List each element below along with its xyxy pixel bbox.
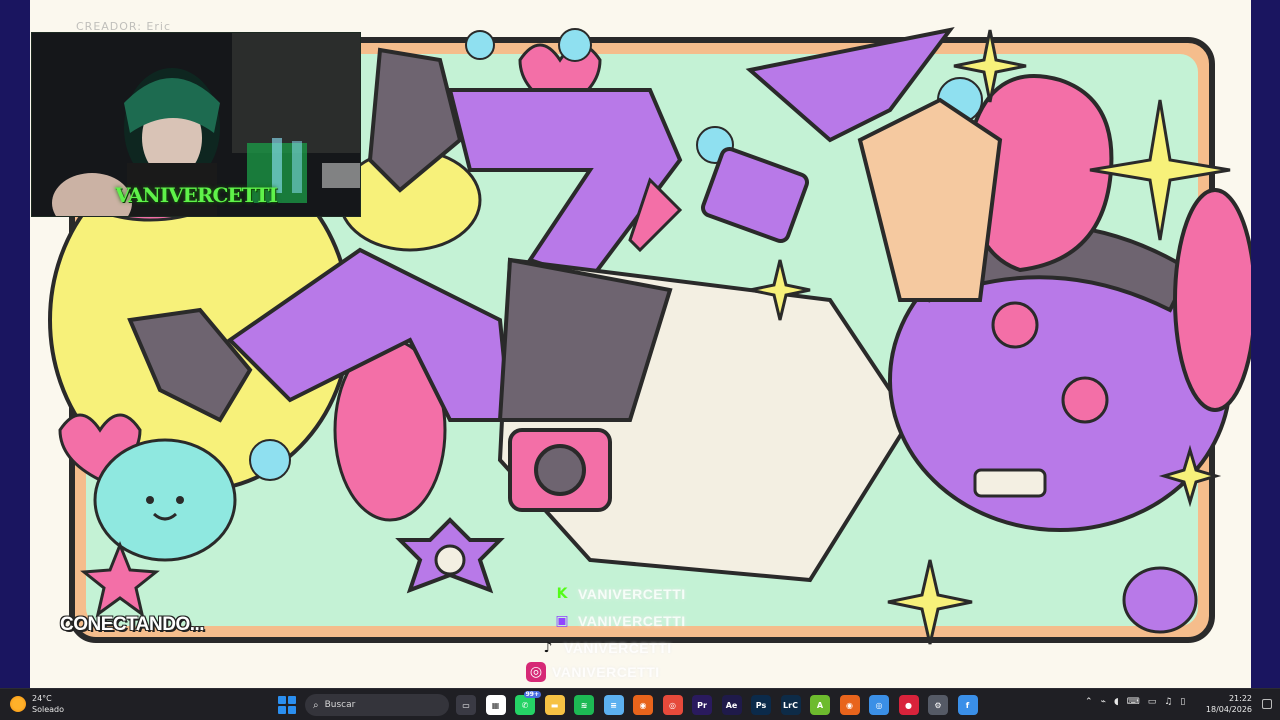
photoshop-taskbar-button[interactable]: Ps (751, 695, 771, 715)
windows-logo-pane (278, 706, 286, 714)
whatsapp-icon: ✆ (521, 700, 529, 710)
spotify-taskbar-button[interactable]: ≋ (574, 695, 594, 715)
tiktok-icon: ♪ (543, 640, 553, 656)
wifi-off-icon[interactable]: ⌁ (1101, 697, 1106, 707)
social-handle: VANIVERCETTI (552, 664, 660, 680)
sun-icon (10, 696, 26, 712)
headset-icon[interactable]: ◖ (1114, 697, 1119, 707)
task-view-taskbar-button[interactable]: ▭ (456, 695, 476, 715)
lightroom-icon: LrC (783, 700, 798, 710)
premiere-icon: Pr (697, 700, 707, 710)
social-handle: VANIVERCETTI (578, 613, 686, 629)
taskbar-clock[interactable]: 21:22 18/04/2026 (1206, 693, 1252, 715)
social-handle: VANIVERCETTI (564, 640, 672, 656)
settings-app-taskbar-button[interactable]: ⚙ (928, 695, 948, 715)
webcam-overlay: VANIVERCETTI (31, 32, 361, 217)
premiere-pro-taskbar-button[interactable]: Pr (692, 695, 712, 715)
windows-logo-pane (288, 706, 296, 714)
task-view-icon: ▭ (462, 700, 470, 710)
photoshop-icon: Ps (755, 700, 767, 710)
gear-icon: ⚙ (934, 700, 942, 710)
file-explorer-taskbar-button[interactable]: ▬ (544, 695, 565, 715)
whatsapp-taskbar-button[interactable]: ✆ 99+ (515, 691, 541, 715)
webcam-name-label: VANIVERCETTI (114, 183, 278, 207)
weather-condition: Soleado (32, 705, 64, 714)
screen: CREADOR: Eric VANIVERCETTI CONECTANDO...… (0, 0, 1280, 720)
kick-icon: K (556, 586, 568, 602)
active-app-taskbar-button[interactable]: f (957, 695, 978, 715)
spotify-icon: ≋ (580, 700, 588, 710)
network-icon[interactable]: ▭ (1148, 697, 1157, 707)
battery-icon[interactable]: ▯ (1180, 697, 1185, 707)
clock-time: 21:22 (1228, 694, 1252, 703)
store-icon: ▦ (491, 700, 500, 710)
chrome-taskbar-button[interactable]: ◎ (662, 695, 683, 715)
windows-logo-pane (288, 696, 296, 704)
folder-icon: ▬ (550, 700, 559, 710)
app-green-taskbar-button[interactable]: A (810, 695, 830, 715)
instagram-icon: ◎ (526, 662, 546, 682)
firefox-2-taskbar-button[interactable]: ◉ (839, 695, 860, 715)
start-button[interactable] (278, 696, 296, 714)
record-icon: ● (905, 700, 912, 710)
after-effects-icon: Ae (725, 700, 738, 710)
search-icon: ⌕ (313, 699, 319, 711)
chevron-up-icon[interactable]: ⌃ (1085, 697, 1093, 707)
app-icon: f (965, 700, 970, 710)
social-instagram: ◎ VANIVERCETTI (526, 662, 660, 682)
clock-date: 18/04/2026 (1205, 705, 1252, 714)
twitch-icon: ▣ (555, 613, 569, 629)
chrome-2-taskbar-button[interactable]: ◎ (869, 695, 889, 715)
firefox-icon: ◉ (846, 700, 853, 710)
after-effects-taskbar-button[interactable]: Ae (721, 695, 742, 715)
green-app-icon: A (816, 700, 824, 710)
windows-logo-pane (278, 696, 286, 704)
keyboard-icon[interactable]: ⌨ (1127, 697, 1140, 707)
taskbar: 24°C Soleado ⌕ Buscar ▭ ▦ ✆ 99+ ▬ ≋ ≡ ◉ ◎ Pr Ae Ps L… (0, 688, 1280, 720)
social-handle: VANIVERCETTI (578, 586, 686, 602)
system-tray: ⌃ ⌁ ◖ ⌨ ▭ ♫ ▯ (1085, 697, 1185, 707)
notification-badge: 99+ (523, 691, 541, 698)
firefox-icon: ◉ (639, 700, 647, 710)
microsoft-store-taskbar-button[interactable]: ▦ (485, 695, 506, 715)
social-twitch: ▣ VANIVERCETTI (552, 611, 686, 631)
notepad-icon: ≡ (610, 700, 617, 710)
firefox-taskbar-button[interactable]: ◉ (633, 695, 653, 715)
weather-temperature: 24°C (32, 694, 52, 703)
taskbar-search[interactable]: ⌕ Buscar (305, 694, 449, 716)
volume-icon[interactable]: ♫ (1164, 697, 1172, 707)
social-kick: K VANIVERCETTI (552, 584, 686, 604)
chrome-icon: ◎ (875, 700, 883, 710)
obs-record-taskbar-button[interactable]: ● (898, 695, 919, 715)
connection-status-text: CONECTANDO... (60, 614, 205, 635)
notifications-button[interactable] (1262, 699, 1272, 709)
weather-widget[interactable]: 24°C Soleado (10, 693, 64, 715)
lightroom-classic-taskbar-button[interactable]: LrC (780, 695, 801, 715)
weather-text: 24°C Soleado (32, 693, 64, 715)
social-tiktok: ♪ VANIVERCETTI (538, 638, 672, 658)
chrome-icon: ◎ (669, 700, 676, 710)
notepad-taskbar-button[interactable]: ≡ (603, 695, 624, 715)
search-placeholder: Buscar (324, 700, 356, 710)
